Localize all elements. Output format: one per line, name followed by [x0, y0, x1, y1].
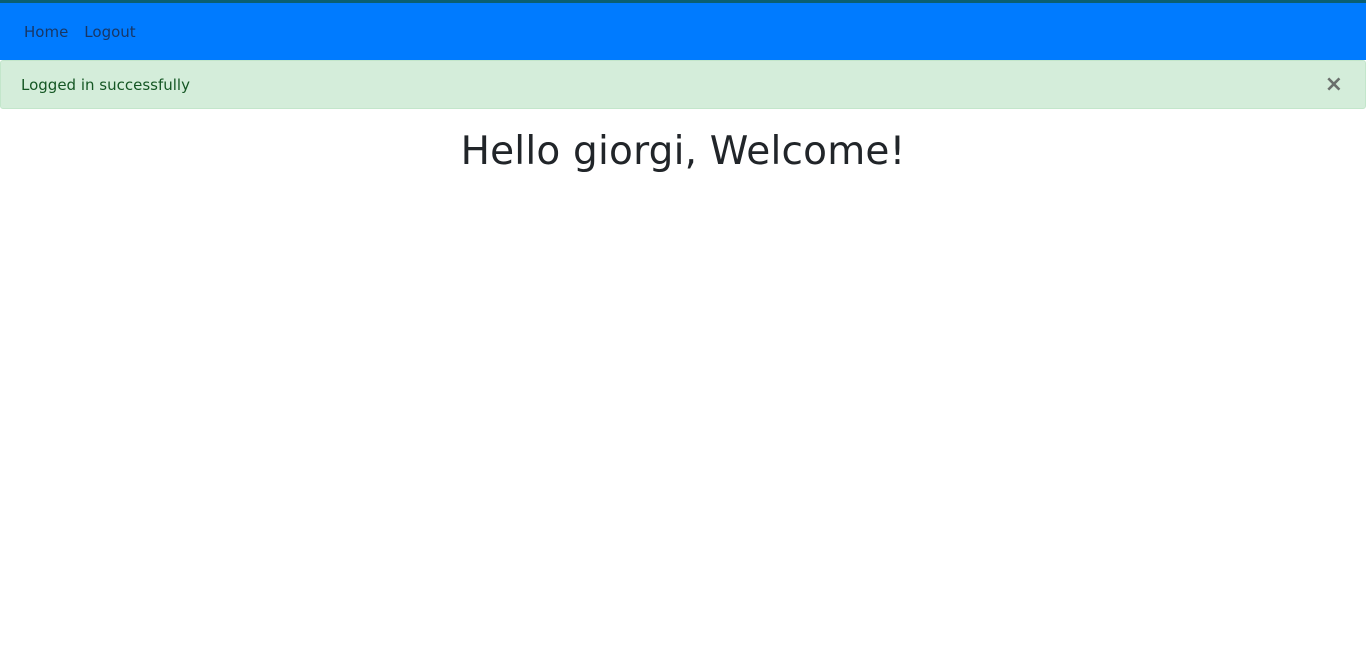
- nav-link-logout[interactable]: Logout: [84, 23, 135, 41]
- close-icon[interactable]: ×: [1325, 73, 1343, 96]
- nav-link-home[interactable]: Home: [24, 23, 68, 41]
- page-title: Hello giorgi, Welcome!: [460, 129, 906, 174]
- navbar: Home Logout: [0, 3, 1366, 60]
- success-alert: Logged in successfully ×: [0, 60, 1366, 109]
- alert-message: Logged in successfully: [21, 75, 190, 94]
